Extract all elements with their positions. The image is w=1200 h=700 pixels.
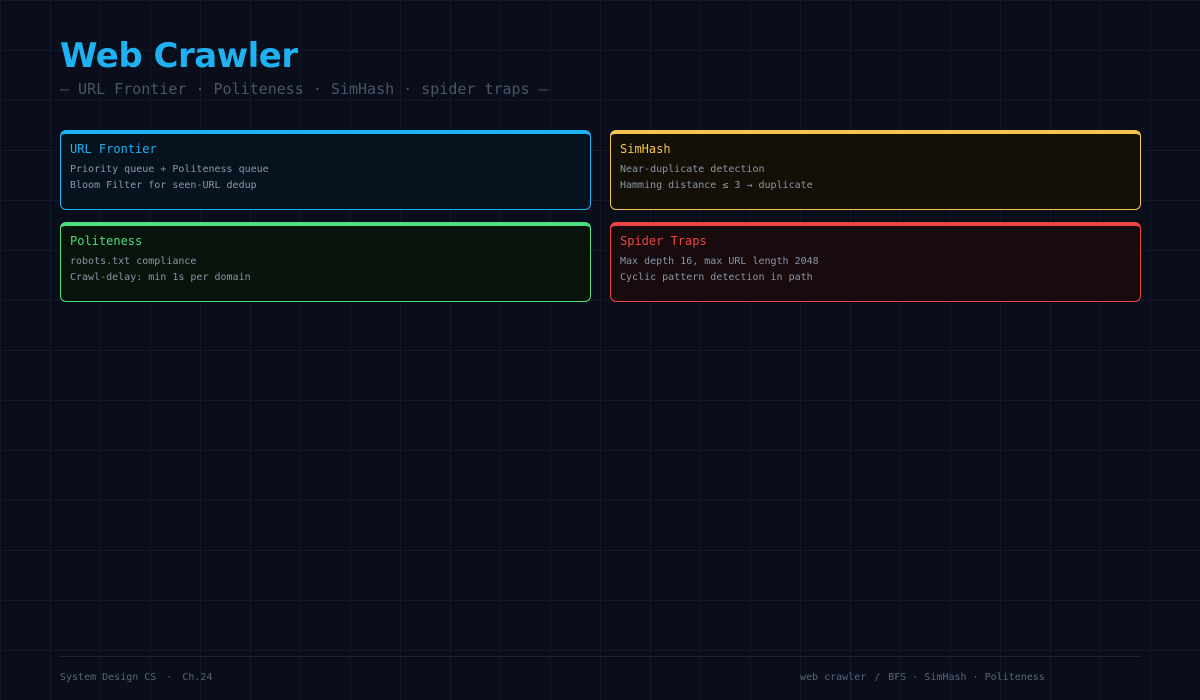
card-title: SimHash bbox=[620, 142, 671, 156]
card-politeness: Politeness robots.txt compliance Crawl-d… bbox=[60, 222, 591, 302]
card-line: Crawl-delay: min 1s per domain bbox=[70, 272, 251, 283]
card-line: robots.txt compliance bbox=[70, 256, 197, 267]
footer-right: web crawler / BFS · SimHash · Politeness bbox=[800, 672, 1045, 683]
card-line: Cyclic pattern detection in path bbox=[620, 272, 813, 283]
page-title: Web Crawler bbox=[60, 36, 298, 76]
card-line: Bloom Filter for seen-URL dedup bbox=[70, 180, 257, 191]
card-spider-traps: Spider Traps Max depth 16, max URL lengt… bbox=[610, 222, 1141, 302]
card-url-frontier: URL Frontier Priority queue + Politeness… bbox=[60, 130, 591, 210]
footer-separator: · bbox=[166, 672, 173, 683]
card-line: Hamming distance ≤ 3 → duplicate bbox=[620, 180, 813, 191]
card-line: Max depth 16, max URL length 2048 bbox=[620, 256, 819, 267]
card-line: Priority queue + Politeness queue bbox=[70, 164, 269, 175]
footer-slash: / bbox=[874, 672, 881, 683]
page-subtitle: — URL Frontier · Politeness · SimHash · … bbox=[60, 80, 548, 98]
footer-chapter: Ch.24 bbox=[182, 672, 213, 683]
footer-divider bbox=[60, 656, 1140, 657]
card-title: Spider Traps bbox=[620, 234, 707, 248]
card-line: Near-duplicate detection bbox=[620, 164, 765, 175]
card-title: URL Frontier bbox=[70, 142, 157, 156]
card-title: Politeness bbox=[70, 234, 143, 248]
footer-course: System Design CS bbox=[60, 672, 157, 683]
card-simhash: SimHash Near-duplicate detection Hamming… bbox=[610, 130, 1141, 210]
footer-tags: BFS · SimHash · Politeness bbox=[888, 672, 1045, 683]
footer-left: System Design CS · Ch.24 bbox=[60, 672, 212, 683]
footer-topic: web crawler bbox=[800, 672, 867, 683]
